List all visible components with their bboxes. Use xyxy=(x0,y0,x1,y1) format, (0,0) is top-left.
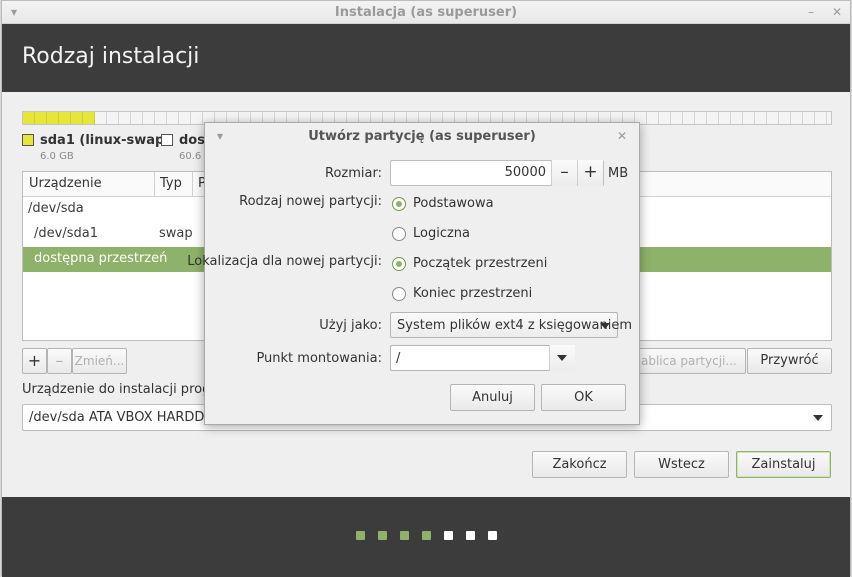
size-increment-button[interactable]: + xyxy=(577,160,603,186)
radio-location-begin[interactable] xyxy=(392,257,406,271)
dialog-titlebar: ▾ Utwórz partycję (as superuser) ✕ xyxy=(205,123,639,149)
progress-footer xyxy=(2,497,850,577)
radio-location-end[interactable] xyxy=(392,287,406,301)
row-type: swap xyxy=(159,226,193,241)
progress-dot-done xyxy=(356,531,365,540)
radio-primary[interactable] xyxy=(392,197,406,211)
legend-size-sda1: 6.0 GB xyxy=(40,151,74,162)
legend-swatch-sda1 xyxy=(22,134,34,146)
radio-logical-label[interactable]: Logiczna xyxy=(413,226,470,241)
add-partition-button[interactable]: + xyxy=(22,348,47,374)
radio-logical[interactable] xyxy=(392,227,406,241)
size-value[interactable]: 50000 xyxy=(505,165,546,180)
cancel-button[interactable]: Anuluj xyxy=(450,384,535,411)
column-divider xyxy=(154,172,155,197)
minimize-icon[interactable]: – xyxy=(808,6,814,18)
progress-dot-done xyxy=(422,531,431,540)
size-label: Rozmiar: xyxy=(325,166,382,181)
row-device: dostępna przestrzeń xyxy=(34,251,168,266)
column-header-device[interactable]: Urządzenie xyxy=(29,176,102,191)
dialog-title: Utwórz partycję (as superuser) xyxy=(308,129,536,144)
row-device: /dev/sda xyxy=(28,201,84,216)
new-partition-table-button[interactable]: ablica partycji... xyxy=(638,348,746,374)
chevron-down-icon xyxy=(600,323,610,329)
chevron-down-icon xyxy=(813,415,823,421)
legend-swatch-free xyxy=(161,134,173,146)
size-unit: MB xyxy=(608,166,629,181)
progress-dot-done xyxy=(400,531,409,540)
row-device: /dev/sda1 xyxy=(34,226,98,241)
install-button[interactable]: Zainstaluj xyxy=(736,451,831,478)
window-title: Instalacja (as superuser) xyxy=(334,5,518,20)
radio-location-begin-label[interactable]: Początek przestrzeni xyxy=(413,256,547,271)
size-decrement-button[interactable]: – xyxy=(551,160,577,186)
use-as-label: Użyj jako: xyxy=(319,318,382,333)
quit-button[interactable]: Zakończ xyxy=(532,451,627,478)
use-as-select[interactable]: System plików ext4 z księgowaniem xyxy=(390,312,632,338)
legend-name-sda1: sda1 (linux-swap) xyxy=(40,133,171,148)
column-divider xyxy=(192,172,193,197)
size-spinbox[interactable]: 50000 – + xyxy=(390,160,604,186)
page-title: Rodzaj instalacji xyxy=(22,44,200,69)
progress-dot-done xyxy=(378,531,387,540)
back-button[interactable]: Wstecz xyxy=(634,451,729,478)
window-titlebar: ▾ Instalacja (as superuser) – ✕ xyxy=(2,1,850,24)
mount-point-label: Punkt montowania: xyxy=(256,351,382,366)
mount-point-value[interactable]: / xyxy=(396,351,400,366)
boot-loader-value: /dev/sda ATA VBOX HARDDISK xyxy=(29,410,226,425)
use-as-value: System plików ext4 z księgowaniem xyxy=(397,318,633,333)
revert-button[interactable]: Przywróć xyxy=(747,348,832,374)
chevron-down-icon xyxy=(557,355,567,361)
progress-dot-pending xyxy=(466,531,475,540)
ok-button[interactable]: OK xyxy=(541,384,626,411)
mount-point-combo[interactable]: / xyxy=(390,345,575,371)
partition-type-label: Rodzaj nowej partycji: xyxy=(239,194,382,209)
close-icon[interactable]: ✕ xyxy=(832,6,842,18)
progress-dot-pending xyxy=(444,531,453,540)
partition-bar-swap-segment xyxy=(23,112,95,124)
dialog-close-icon[interactable]: ✕ xyxy=(617,130,627,142)
column-header-type[interactable]: Typ xyxy=(160,176,182,191)
create-partition-dialog: ▾ Utwórz partycję (as superuser) ✕ Rozmi… xyxy=(187,122,640,425)
change-partition-button[interactable]: Zmień... xyxy=(72,348,127,374)
mount-point-dropdown-button[interactable] xyxy=(549,345,575,371)
radio-primary-label[interactable]: Podstawowa xyxy=(413,196,494,211)
location-label: Lokalizacja dla nowej partycji: xyxy=(187,254,382,269)
page-header: Rodzaj instalacji xyxy=(2,24,850,92)
radio-location-end-label[interactable]: Koniec przestrzeni xyxy=(413,286,532,301)
remove-partition-button[interactable]: – xyxy=(47,348,72,374)
progress-dot-pending xyxy=(488,531,497,540)
